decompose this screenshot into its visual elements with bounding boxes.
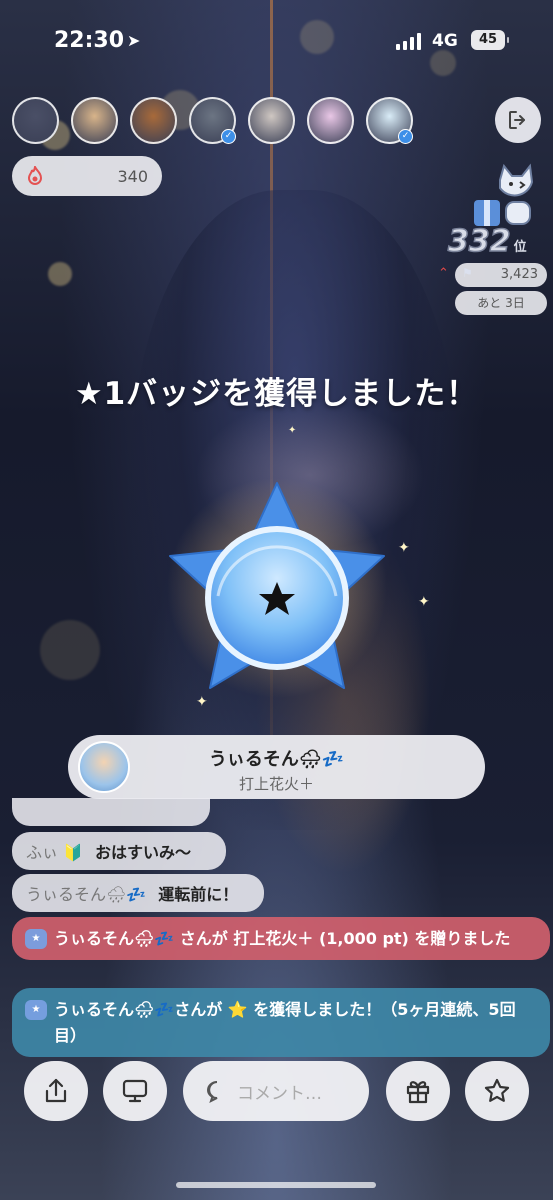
comment-input[interactable]: コメント… [183,1061,369,1121]
speech-bubble-icon [207,1081,218,1103]
gift-icon [406,1081,430,1104]
viewer-avatar-1[interactable] [12,97,59,144]
exit-icon [509,111,525,129]
gift-notification-card[interactable]: うぃるそん🌧💤 打上花火＋ [68,735,485,799]
viewer-avatar-6[interactable] [307,97,354,144]
comment-user: ふぃ 🔰 [26,843,84,862]
badge-system-message-text: うぃるそん🌧💤さんが ⭐ を獲得しました！（5ヶ月連続、5回目） [54,1000,516,1045]
share-icon [45,1078,67,1103]
screen-button[interactable] [103,1061,167,1121]
star-icon [484,1078,510,1102]
comment-item[interactable]: うぃるそん🌧💤 運転前に！ [12,874,264,912]
bokeh-light [40,620,100,680]
network-type: 4G [432,31,458,51]
viewer-avatar-3[interactable] [130,97,177,144]
badge-star-icon [167,478,387,698]
flame-icon [27,166,43,185]
score-value: 340 [117,166,148,186]
ranking-number: 332 [447,223,511,260]
cellular-signal-icon [396,32,421,50]
ranking-unit: 位 [513,240,527,255]
comment-text: 運転前に！ [158,885,239,904]
gift-system-message-text: うぃるそん🌧💤 さんが 打上花火＋ (1,000 pt) を贈りました [54,929,511,948]
gift-button[interactable] [386,1061,450,1121]
sparkle-icon: ✦ [196,694,208,710]
viewer-avatar-2[interactable] [71,97,118,144]
verified-icon: ✓ [398,129,413,144]
viewer-avatar-7[interactable]: ✓ [366,97,413,144]
viewer-avatar-5[interactable] [248,97,295,144]
favorite-button[interactable] [465,1061,529,1121]
verified-icon: ✓ [221,129,236,144]
comment-user: うぃるそん🌧💤 [26,885,147,904]
ranking-points: 3,423 [455,263,547,287]
bokeh-light [48,262,72,286]
battery-icon: 45 [471,30,509,50]
viewer-avatar-4[interactable]: ✓ [189,97,236,144]
comment-text: おはすいみ〜 [95,843,192,862]
ranking-position[interactable]: 332 位 [447,223,527,260]
exit-button[interactable] [495,97,541,143]
viewer-avatar-list: ✓ ✓ [12,97,413,144]
user-badge-icon: ★ [25,929,47,949]
share-button[interactable] [24,1061,88,1121]
status-bar: 22:30 ➤ 4G 45 [0,0,553,80]
gift-system-message: ★ うぃるそん🌧💤 さんが 打上花火＋ (1,000 pt) を贈りました [12,917,550,960]
rank-up-icon: ⌃ [438,266,449,281]
score-pill[interactable]: 340 [12,156,162,196]
status-time: 22:30 [54,28,125,53]
badge-system-message: ★ うぃるそん🌧💤さんが ⭐ を獲得しました！（5ヶ月連続、5回目） [12,988,550,1057]
comment-placeholder: コメント… [237,1083,322,1104]
user-badge-icon: ★ [25,1000,47,1020]
home-indicator [176,1182,376,1188]
location-arrow-icon: ➤ [127,31,141,50]
sparkle-icon: ✦ [288,425,297,436]
comment-item-partial[interactable] [12,798,210,826]
sparkle-icon: ✦ [418,594,430,610]
screen-icon [122,1079,148,1103]
badge-earned-title: ★1バッジを獲得しました！ [74,376,479,412]
sparkle-icon: ✦ [398,540,410,556]
ranking-remaining-days: あと 3日 [455,291,547,315]
gift-item-name: 打上花火＋ [238,775,314,793]
ranking-cat-icon[interactable] [466,160,538,232]
comment-item[interactable]: ふぃ 🔰 おはすいみ〜 [12,832,226,870]
gift-sender-name: うぃるそん🌧💤 [208,749,345,770]
